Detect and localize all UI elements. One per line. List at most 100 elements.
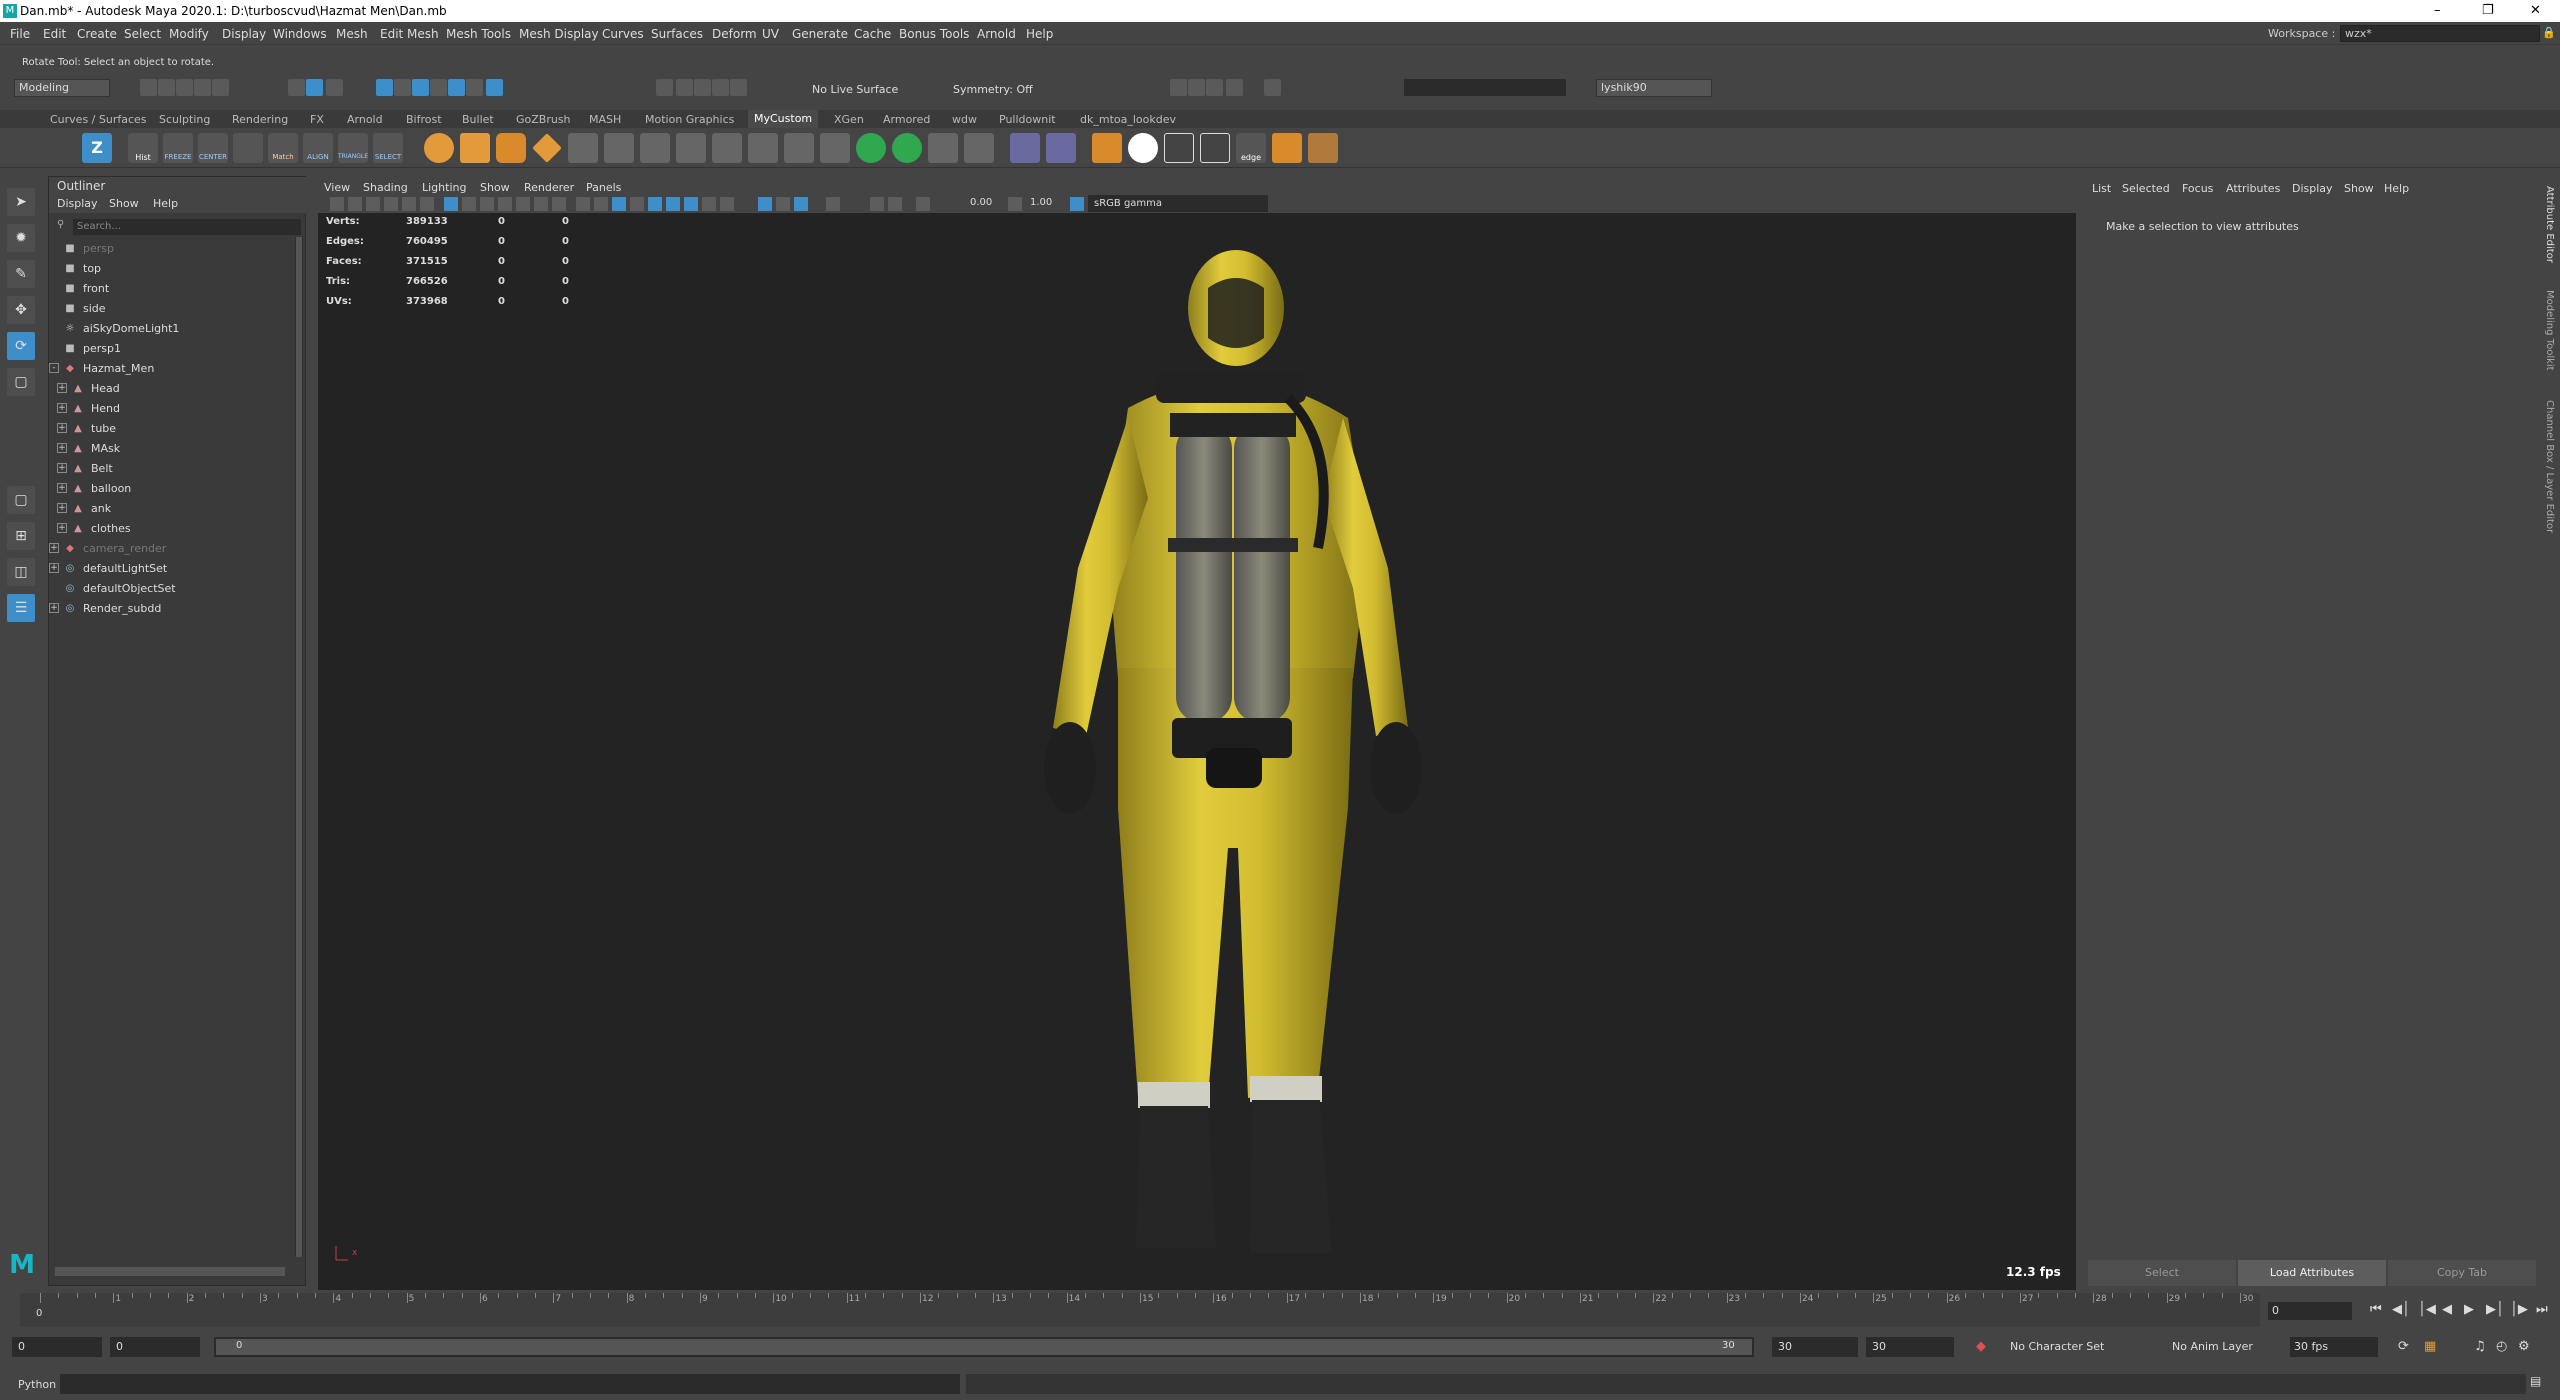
outliner-item[interactable]: - ◆ Hazmat_Men (49, 359, 289, 379)
select-shelf-button[interactable]: SELECT (373, 133, 403, 163)
center-pivot-shelf-button[interactable]: CENTER (198, 133, 228, 163)
ipr-render-icon[interactable] (712, 79, 729, 96)
anim-layer-dropdown[interactable]: No Anim Layer (2172, 1340, 2282, 1358)
shelf-tab-xgen[interactable]: XGen (834, 113, 864, 126)
shelf-tab-curves-surfaces[interactable]: Curves / Surfaces (50, 113, 147, 126)
script-editor-icon[interactable]: ▤ (2530, 1374, 2550, 1392)
shelf-tab-armored[interactable]: Armored (883, 113, 930, 126)
snap-curve-icon[interactable] (394, 79, 411, 96)
match-pivot-shelf-button[interactable]: Match (268, 133, 298, 163)
side-tab-attribute-editor[interactable]: Attribute Editor (2544, 186, 2555, 263)
copy-tab-button[interactable]: Copy Tab (2388, 1260, 2536, 1286)
wireframe-icon[interactable] (576, 197, 590, 211)
open-scene-icon[interactable] (158, 79, 175, 96)
wireframe-cube-icon[interactable] (1010, 133, 1040, 163)
expand-toggle-icon[interactable]: + (57, 523, 67, 533)
snap-grid-icon[interactable] (376, 79, 393, 96)
resolution-gate-icon[interactable] (480, 197, 494, 211)
camera-icon[interactable] (656, 79, 673, 96)
range-slider[interactable] (214, 1337, 1754, 1357)
diamond-primitive-icon[interactable] (532, 133, 562, 163)
menu-deform[interactable]: Deform (712, 27, 757, 41)
viewport-panel[interactable]: View Shading Lighting Show Renderer Pane… (318, 178, 2076, 1290)
sound-icon[interactable]: ♫ (2474, 1339, 2486, 1354)
scene-end-field[interactable]: 30 (1866, 1337, 1954, 1357)
attr-menu-selected[interactable]: Selected (2122, 182, 2170, 195)
checker-icon[interactable] (928, 133, 958, 163)
outliner-layout-icon[interactable]: ☰ (7, 594, 35, 622)
attr-menu-show[interactable]: Show (2344, 182, 2374, 195)
outliner-item[interactable]: + ◎ defaultLightSet (49, 559, 289, 579)
outliner-search-input[interactable]: Search... (73, 219, 301, 235)
viewport-menu-view[interactable]: View (324, 181, 350, 194)
current-time-marker[interactable]: 0 (36, 1308, 42, 1319)
combine-icon[interactable] (748, 133, 778, 163)
camera-select-icon[interactable] (330, 197, 344, 211)
cylinder-primitive-icon[interactable] (496, 133, 526, 163)
redo-icon[interactable] (212, 79, 229, 96)
lock-icon[interactable] (486, 79, 503, 96)
command-language-label[interactable]: Python (18, 1378, 56, 1391)
gamma-value[interactable]: 1.00 (1030, 197, 1052, 208)
save-scene-icon[interactable] (176, 79, 193, 96)
mirror-icon[interactable] (820, 133, 850, 163)
wireframe-on-shaded-icon[interactable] (612, 197, 626, 211)
play-forward-icon[interactable]: ▶ (2464, 1302, 2474, 1317)
extrude-icon[interactable] (568, 133, 598, 163)
shelf-tab-bifrost[interactable]: Bifrost (406, 113, 442, 126)
align-shelf-button[interactable]: ALIGN (303, 133, 333, 163)
xray-icon[interactable] (776, 197, 790, 211)
menu-cache[interactable]: Cache (854, 27, 891, 41)
step-back-frame-icon[interactable]: │◀ (2418, 1302, 2436, 1317)
freeze-shelf-button[interactable]: FREEZE (163, 133, 193, 163)
scene-start-field[interactable]: 0 (12, 1337, 102, 1357)
hypershade-icon[interactable] (1128, 133, 1158, 163)
undo-icon[interactable] (194, 79, 211, 96)
viewport-menu-show[interactable]: Show (480, 181, 510, 194)
quick-rig-icon[interactable] (1264, 79, 1281, 96)
expand-toggle-icon[interactable]: + (57, 463, 67, 473)
isolate-select-icon[interactable] (758, 197, 772, 211)
outliner-item[interactable]: + ▲ Head (49, 379, 289, 399)
exposure-icon[interactable] (916, 197, 930, 211)
delete-history-shelf-button[interactable] (233, 133, 263, 163)
expand-toggle-icon[interactable]: + (57, 443, 67, 453)
outliner-item[interactable]: ■ front (49, 279, 289, 299)
history-shelf-button[interactable]: Hist (128, 133, 158, 163)
menu-set-dropdown[interactable]: Modeling (14, 79, 110, 97)
safe-title-icon[interactable] (552, 197, 566, 211)
fps-dropdown[interactable]: 30 fps (2290, 1337, 2378, 1357)
attr-menu-help[interactable]: Help (2384, 182, 2409, 195)
command-input[interactable] (60, 1374, 960, 1394)
rotate-tool-icon[interactable]: ⟳ (7, 332, 35, 360)
expand-toggle-icon[interactable]: + (57, 423, 67, 433)
menu-curves[interactable]: Curves (602, 27, 644, 41)
shelf-tab-gozbrush[interactable]: GoZBrush (516, 113, 571, 126)
shelf-tab-rendering[interactable]: Rendering (232, 113, 288, 126)
film-gate-icon[interactable] (462, 197, 476, 211)
menu-arnold[interactable]: Arnold (977, 27, 1016, 41)
attr-menu-list[interactable]: List (2092, 182, 2111, 195)
render-view-icon[interactable] (1200, 133, 1230, 163)
outliner-menu-show[interactable]: Show (109, 197, 139, 210)
outliner-item[interactable]: ◎ defaultObjectSet (49, 579, 289, 599)
outliner-item[interactable]: ■ side (49, 299, 289, 319)
step-forward-key-icon[interactable]: │▶ (2510, 1302, 2528, 1317)
shelf-tab-bullet[interactable]: Bullet (462, 113, 494, 126)
select-object-icon[interactable] (306, 79, 323, 96)
expand-toggle-icon[interactable]: + (57, 503, 67, 513)
uv-unfold-icon[interactable] (892, 133, 922, 163)
menu-mesh[interactable]: Mesh (336, 27, 368, 41)
symmetry-label[interactable]: Symmetry: Off (953, 83, 1033, 96)
go-to-end-icon[interactable]: ⏭ (2536, 1302, 2548, 1317)
shelf-tab-wdw[interactable]: wdw (952, 113, 977, 126)
outliner-item[interactable]: + ◆ camera_render (49, 539, 289, 559)
outliner-vertical-scrollbar[interactable] (295, 237, 303, 1257)
play-backward-icon[interactable]: ◀ (2442, 1302, 2452, 1317)
2d-pan-zoom-icon[interactable] (402, 197, 416, 211)
outliner-item[interactable]: + ▲ ank (49, 499, 289, 519)
shelf-tab-sculpting[interactable]: Sculpting (159, 113, 210, 126)
hazmat-suit-model[interactable] (958, 248, 1428, 1258)
outliner-item[interactable]: + ▲ Hend (49, 399, 289, 419)
maximize-icon[interactable]: ❐ (2482, 3, 2494, 18)
